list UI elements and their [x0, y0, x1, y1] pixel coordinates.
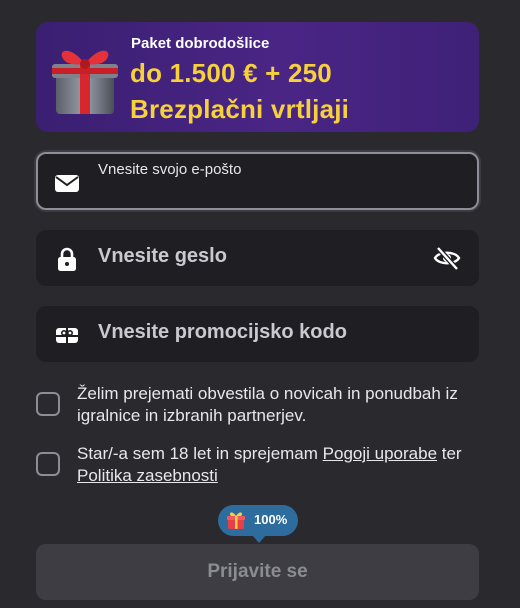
- password-placeholder: Vnesite geslo: [98, 245, 227, 267]
- newsletter-checkbox[interactable]: [36, 392, 60, 416]
- terms-of-use-link[interactable]: Pogoji uporabe: [323, 444, 437, 463]
- banner-subtitle: Paket dobrodošlice: [131, 35, 270, 52]
- terms-prefix: Star/-a sem 18 let in sprejemam: [77, 444, 323, 463]
- promo-code-placeholder: Vnesite promocijsko kodo: [98, 321, 347, 343]
- banner-bonus-amount: do 1.500 € + 250: [130, 58, 332, 88]
- gift-mini-icon: [227, 512, 245, 529]
- terms-checkbox[interactable]: [36, 452, 60, 476]
- password-field[interactable]: Vnesite geslo: [36, 230, 479, 286]
- lock-icon: [58, 247, 76, 271]
- email-field-label: Vnesite svojo e-pošto: [98, 161, 242, 178]
- terms-middle: ter: [437, 444, 462, 463]
- terms-consent-text: Star/-a sem 18 let in sprejemam Pogoji u…: [77, 443, 482, 487]
- newsletter-consent-text: Želim prejemati obvestila o novicah in p…: [77, 384, 458, 425]
- banner-free-spins: Brezplačni vrtljaji: [130, 94, 350, 124]
- ticket-icon: [56, 328, 78, 343]
- gift-icon: [52, 50, 118, 114]
- eye-off-icon[interactable]: [433, 244, 461, 272]
- welcome-package-banner[interactable]: Paket dobrodošlice do 1.500 € + 250 Brez…: [36, 22, 479, 132]
- bonus-progress-badge: 100%: [218, 505, 298, 543]
- email-field[interactable]: Vnesite svojo e-pošto: [36, 152, 479, 210]
- login-submit-button[interactable]: Prijavite se: [36, 544, 479, 600]
- promo-code-field[interactable]: Vnesite promocijsko kodo: [36, 306, 479, 362]
- bonus-progress-value: 100%: [254, 512, 288, 527]
- envelope-icon: [55, 175, 79, 192]
- privacy-policy-link[interactable]: Politika zasebnosti: [77, 466, 218, 485]
